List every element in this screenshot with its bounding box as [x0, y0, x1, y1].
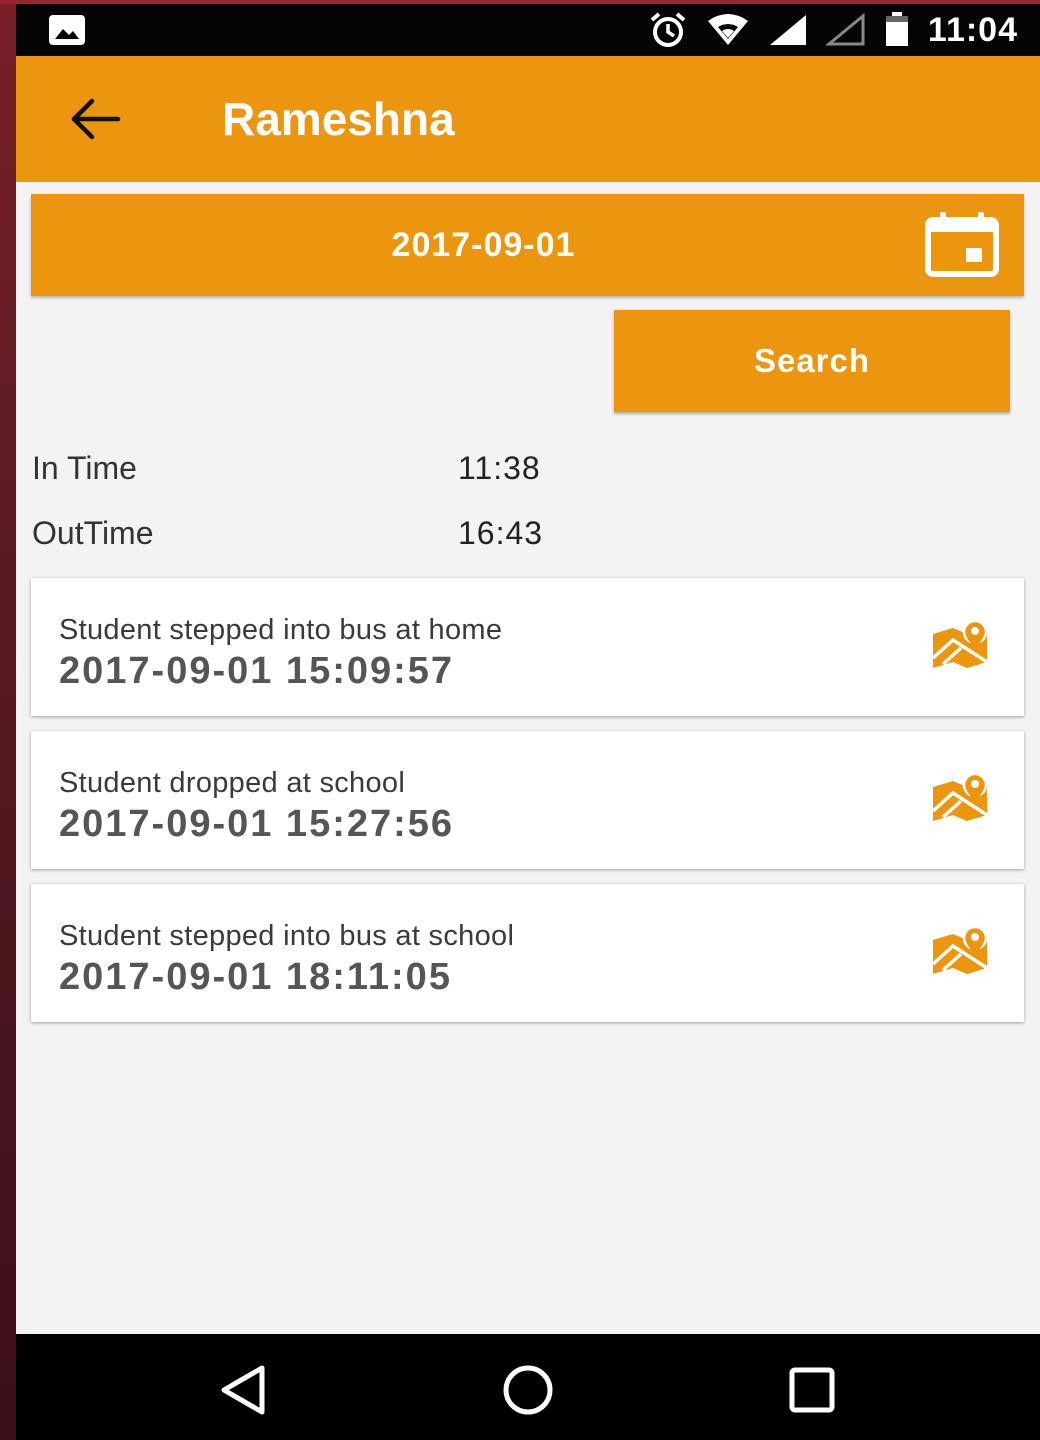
event-timestamp: 2017-09-01 15:09:57: [59, 650, 455, 692]
event-card[interactable]: Student dropped at school 2017-09-01 15:…: [31, 731, 1024, 869]
event-timestamp: 2017-09-01 18:11:05: [59, 956, 452, 998]
page-title: Rameshna: [222, 93, 455, 145]
event-timestamp: 2017-09-01 15:27:56: [59, 803, 455, 845]
status-bar: 11:04: [16, 4, 1040, 56]
status-time: 11:04: [927, 10, 1018, 49]
map-pin-icon[interactable]: [931, 926, 989, 974]
in-time-label: In Time: [32, 450, 137, 486]
gallery-notification-icon: [49, 15, 85, 45]
alarm-icon: [650, 12, 686, 47]
date-picker-field[interactable]: 2017-09-01: [31, 194, 1024, 296]
back-triangle-icon[interactable]: [216, 1362, 272, 1418]
selected-date: 2017-09-01: [391, 226, 576, 264]
device-bezel: [0, 0, 16, 1440]
battery-icon: [885, 12, 908, 46]
map-pin-icon[interactable]: [931, 620, 989, 668]
out-time-value: 16:43: [458, 515, 544, 551]
signal-empty-icon: [825, 13, 865, 46]
home-circle-icon[interactable]: [500, 1362, 556, 1418]
navigation-bar: [16, 1334, 1040, 1440]
recents-square-icon[interactable]: [784, 1362, 840, 1418]
map-pin-icon[interactable]: [931, 773, 989, 821]
wifi-icon: [707, 14, 748, 45]
signal-full-icon: [769, 15, 806, 45]
event-label: Student stepped into bus at school: [59, 920, 515, 952]
in-time-value: 11:38: [458, 450, 541, 486]
status-icons: 11:04: [648, 10, 1018, 50]
event-label: Student stepped into bus at home: [59, 614, 503, 646]
out-time-label: OutTime: [32, 515, 154, 551]
event-card[interactable]: Student stepped into bus at home 2017-09…: [31, 578, 1024, 716]
event-card[interactable]: Student stepped into bus at school 2017-…: [31, 884, 1024, 1022]
event-label: Student dropped at school: [59, 767, 406, 799]
calendar-icon[interactable]: [924, 210, 1000, 278]
arrow-left-icon[interactable]: [66, 94, 126, 144]
phone-screen: 11:04 Rameshna 2017-09-01 Search In Time…: [16, 4, 1040, 1440]
search-button[interactable]: Search: [614, 310, 1010, 412]
app-bar: Rameshna: [16, 56, 1040, 182]
